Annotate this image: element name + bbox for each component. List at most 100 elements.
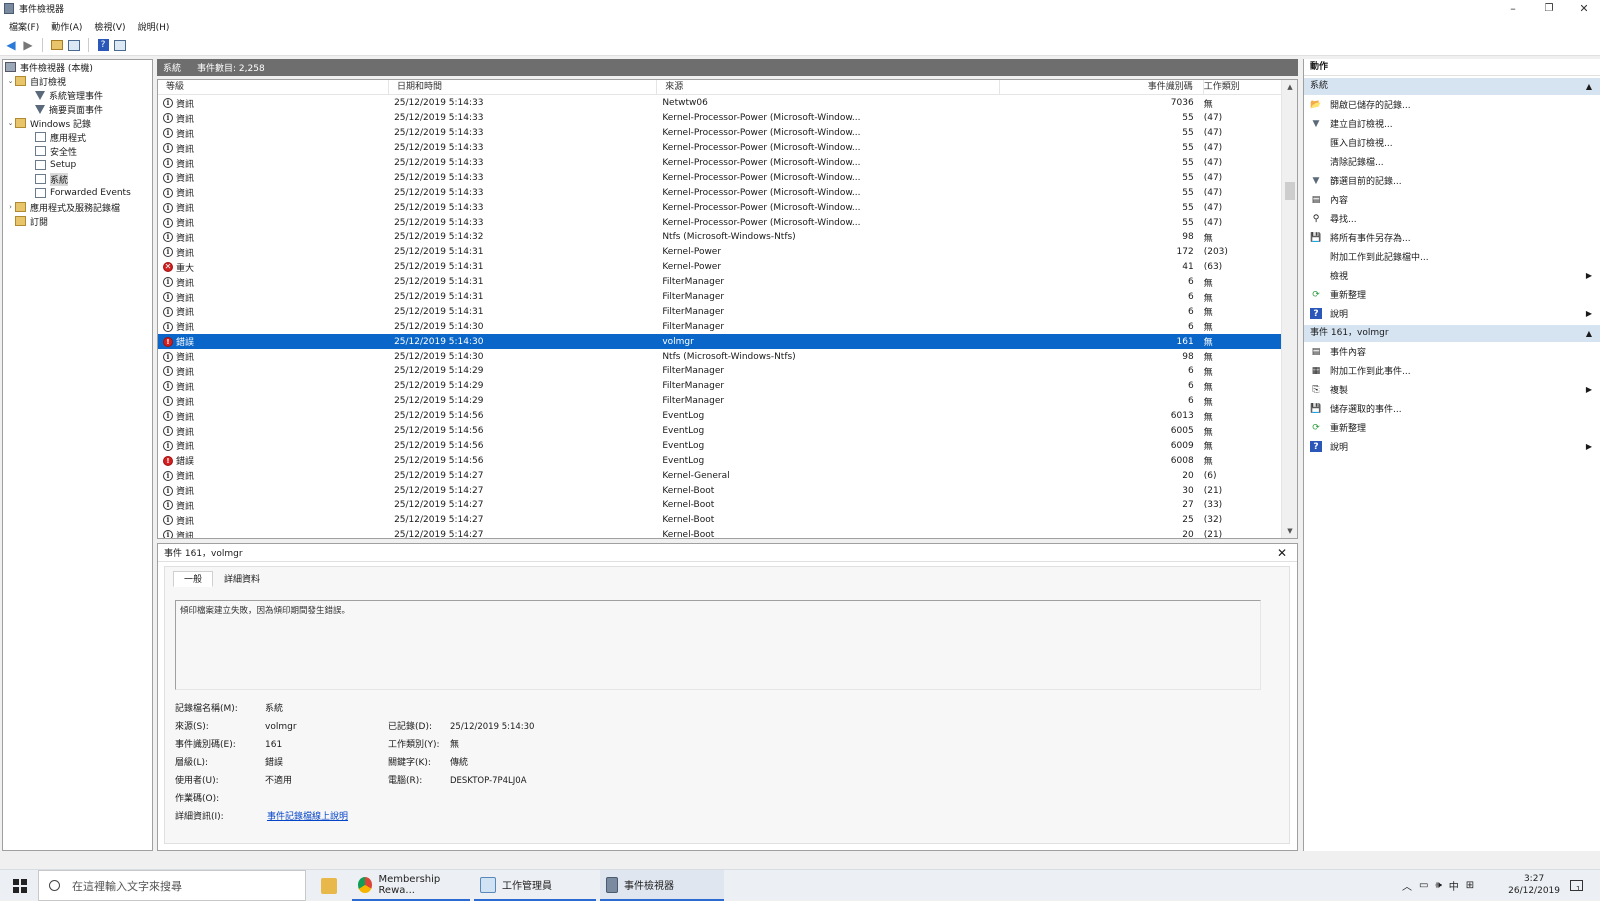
column-header-source[interactable]: 來源 xyxy=(657,80,1000,94)
input-method-icon[interactable]: ⊞ xyxy=(1466,880,1474,891)
grid-vertical-scrollbar[interactable]: ▲ ▼ xyxy=(1281,80,1297,538)
table-row[interactable]: i 資訊 25/12/2019 5:14:29 FilterManager 6 無 xyxy=(158,394,1282,409)
taskbar-clock[interactable]: 3:27 26/12/2019 xyxy=(1508,873,1560,897)
collapse-chevron-icon[interactable]: ⌄ xyxy=(6,77,15,85)
tree-setup-log[interactable]: Setup xyxy=(35,158,76,172)
collapse-caret-icon[interactable]: ▲ xyxy=(1586,78,1592,95)
table-row[interactable]: i 資訊 25/12/2019 5:14:27 Kernel-Boot 30 (21) xyxy=(158,483,1282,498)
table-row[interactable]: i 資訊 25/12/2019 5:14:27 Kernel-General 20 (6) xyxy=(158,468,1282,483)
action-item[interactable]: ▼ 篩選目前的記錄... xyxy=(1304,171,1600,190)
table-row[interactable]: i 資訊 25/12/2019 5:14:33 Kernel-Processor-Po… xyxy=(158,170,1282,185)
tree-forwarded-events[interactable]: Forwarded Events xyxy=(35,186,131,200)
table-row[interactable]: i 資訊 25/12/2019 5:14:33 Netwtw06 7036 無 xyxy=(158,96,1282,111)
table-row[interactable]: ✕ 重大 25/12/2019 5:14:31 Kernel-Power 41 (63) xyxy=(158,260,1282,275)
tab-details[interactable]: 詳細資料 xyxy=(213,571,271,587)
table-row[interactable]: i 資訊 25/12/2019 5:14:30 FilterManager 6 無 xyxy=(158,319,1282,334)
table-row[interactable]: i 資訊 25/12/2019 5:14:56 EventLog 6005 無 xyxy=(158,424,1282,439)
scroll-down-arrow-icon[interactable]: ▼ xyxy=(1282,524,1297,538)
show-hide-tree-icon[interactable] xyxy=(67,38,81,52)
action-item[interactable]: ⎘ 複製 ▶ xyxy=(1304,380,1600,399)
collapse-caret-icon[interactable]: ▲ xyxy=(1586,325,1592,342)
close-detail-icon[interactable]: ✕ xyxy=(1277,546,1287,560)
tree-system-log[interactable]: 系統 xyxy=(35,172,69,186)
action-item[interactable]: 💾 將所有事件另存為... xyxy=(1304,228,1600,247)
notification-center-button[interactable]: 1 xyxy=(1570,870,1583,901)
table-row[interactable]: i 資訊 25/12/2019 5:14:33 Kernel-Processor-Po… xyxy=(158,185,1282,200)
tree-security-log[interactable]: 安全性 xyxy=(35,144,77,158)
file-explorer-button[interactable] xyxy=(314,870,344,901)
action-item[interactable]: ⟳ 重新整理 xyxy=(1304,418,1600,437)
taskbar-app-task-manager[interactable]: 工作管理員 xyxy=(474,870,596,901)
menu-action[interactable]: 動作(A) xyxy=(45,20,88,33)
column-header-datetime[interactable]: 日期和時間 xyxy=(389,80,658,94)
menu-help[interactable]: 說明(H) xyxy=(132,20,176,33)
minimize-button[interactable]: – xyxy=(1495,0,1531,17)
actions-section-system[interactable]: 系統 ▲ xyxy=(1304,78,1600,95)
action-item[interactable]: 匯入自訂檢視... xyxy=(1304,133,1600,152)
tree-admin-events[interactable]: 系統管理事件 xyxy=(35,88,103,102)
network-icon[interactable]: ▭ xyxy=(1419,880,1428,891)
table-row[interactable]: i 資訊 25/12/2019 5:14:33 Kernel-Processor-Po… xyxy=(158,215,1282,230)
table-row[interactable]: i 資訊 25/12/2019 5:14:31 FilterManager 6 無 xyxy=(158,290,1282,305)
action-item[interactable]: 檢視 ▶ xyxy=(1304,266,1600,285)
column-header-event-id[interactable]: 事件識別碼 xyxy=(1000,80,1204,94)
table-row[interactable]: i 資訊 25/12/2019 5:14:31 Kernel-Power 172 (203… xyxy=(158,245,1282,260)
back-arrow-icon[interactable]: ◀ xyxy=(4,38,18,52)
action-item[interactable]: ? 說明 ▶ xyxy=(1304,304,1600,323)
table-row[interactable]: i 資訊 25/12/2019 5:14:27 Kernel-Boot 20 (21) xyxy=(158,528,1282,538)
table-row[interactable]: i 資訊 25/12/2019 5:14:29 FilterManager 6 無 xyxy=(158,364,1282,379)
tree-custom-views[interactable]: ⌄ 自訂檢視 xyxy=(6,74,66,88)
tab-general[interactable]: 一般 xyxy=(173,571,214,587)
table-row[interactable]: i 資訊 25/12/2019 5:14:33 Kernel-Processor-Po… xyxy=(158,111,1282,126)
action-item[interactable]: ▤ 內容 xyxy=(1304,190,1600,209)
tree-app-service-logs[interactable]: › 應用程式及服務記錄檔 xyxy=(6,200,120,214)
table-row[interactable]: i 資訊 25/12/2019 5:14:33 Kernel-Processor-Po… xyxy=(158,141,1282,156)
action-item[interactable]: 附加工作到此記錄檔中... xyxy=(1304,247,1600,266)
scroll-up-arrow-icon[interactable]: ▲ xyxy=(1282,80,1297,94)
table-row[interactable]: i 資訊 25/12/2019 5:14:56 EventLog 6009 無 xyxy=(158,438,1282,453)
menu-view[interactable]: 檢視(V) xyxy=(88,20,131,33)
tree-windows-logs[interactable]: ⌄ Windows 記錄 xyxy=(6,116,91,130)
column-header-level[interactable]: 等級 xyxy=(158,80,390,94)
column-header-task[interactable]: 工作類別 xyxy=(1204,80,1282,94)
actions-section-event[interactable]: 事件 161，volmgr ▲ xyxy=(1304,325,1600,342)
taskbar-app-chrome[interactable]: Membership Rewa... xyxy=(352,870,470,901)
help-icon[interactable]: ? xyxy=(96,38,110,52)
tree-summary-events[interactable]: 摘要頁面事件 xyxy=(35,102,103,116)
action-item[interactable]: 📂 開啟已儲存的記錄... xyxy=(1304,95,1600,114)
table-row[interactable]: i 資訊 25/12/2019 5:14:33 Kernel-Processor-Po… xyxy=(158,200,1282,215)
tree-application-log[interactable]: 應用程式 xyxy=(35,130,86,144)
ime-mode-indicator[interactable]: 中 xyxy=(1449,878,1459,893)
table-row[interactable]: i 資訊 25/12/2019 5:14:56 EventLog 6013 無 xyxy=(158,409,1282,424)
close-button[interactable]: ✕ xyxy=(1566,0,1600,17)
taskbar-search-box[interactable]: 在這裡輸入文字來搜尋 xyxy=(38,870,306,901)
expand-chevron-icon[interactable]: › xyxy=(6,203,15,211)
up-folder-icon[interactable] xyxy=(50,38,64,52)
table-row[interactable]: i 資訊 25/12/2019 5:14:31 FilterManager 6 無 xyxy=(158,304,1282,319)
taskbar-app-event-viewer[interactable]: 事件檢視器 xyxy=(600,870,724,901)
table-row[interactable]: i 資訊 25/12/2019 5:14:33 Kernel-Processor-Po… xyxy=(158,156,1282,171)
start-button[interactable] xyxy=(8,870,32,901)
table-row[interactable]: i 資訊 25/12/2019 5:14:30 Ntfs (Microsoft-Win… xyxy=(158,349,1282,364)
action-item[interactable]: ? 說明 ▶ xyxy=(1304,437,1600,456)
restore-button[interactable]: ❐ xyxy=(1531,0,1567,17)
tree-subscriptions[interactable]: 訂閱 xyxy=(15,214,48,228)
scroll-thumb[interactable] xyxy=(1285,182,1295,200)
forward-arrow-icon[interactable]: ▶ xyxy=(21,38,35,52)
show-hidden-icons-chevron-icon[interactable]: ︿ xyxy=(1402,878,1412,893)
table-row[interactable]: i 資訊 25/12/2019 5:14:27 Kernel-Boot 25 (32) xyxy=(158,513,1282,528)
table-row[interactable]: i 資訊 25/12/2019 5:14:27 Kernel-Boot 27 (33) xyxy=(158,498,1282,513)
table-row[interactable]: i 資訊 25/12/2019 5:14:31 FilterManager 6 無 xyxy=(158,275,1282,290)
tree-root[interactable]: 事件檢視器 (本機) xyxy=(5,60,93,74)
table-row[interactable]: i 資訊 25/12/2019 5:14:29 FilterManager 6 無 xyxy=(158,379,1282,394)
more-info-link[interactable]: 事件記錄檔線上說明 xyxy=(267,810,348,824)
table-row[interactable]: ! 錯誤 25/12/2019 5:14:56 EventLog 6008 無 xyxy=(158,453,1282,468)
action-item[interactable]: 清除記錄檔... xyxy=(1304,152,1600,171)
table-row[interactable]: ! 錯誤 25/12/2019 5:14:30 volmgr 161 無 xyxy=(158,334,1282,350)
action-item[interactable]: ▤ 事件內容 xyxy=(1304,342,1600,361)
collapse-chevron-icon[interactable]: ⌄ xyxy=(6,119,15,127)
show-action-pane-icon[interactable] xyxy=(113,38,127,52)
action-item[interactable]: ⟳ 重新整理 xyxy=(1304,285,1600,304)
action-item[interactable]: ▼ 建立自訂檢視... xyxy=(1304,114,1600,133)
table-row[interactable]: i 資訊 25/12/2019 5:14:33 Kernel-Processor-Po… xyxy=(158,126,1282,141)
